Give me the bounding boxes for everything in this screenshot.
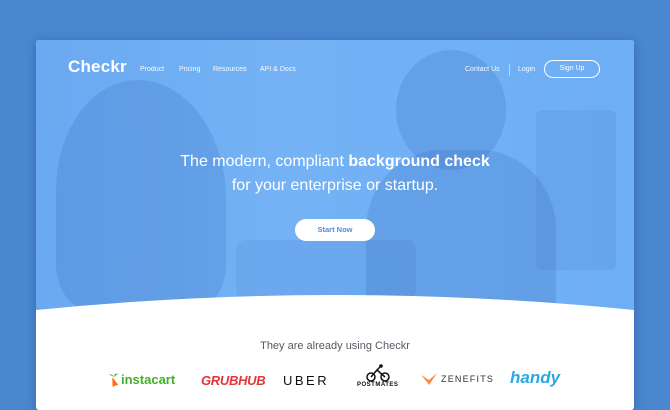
instacart-logo: instacart bbox=[108, 372, 175, 387]
zenefits-wordmark: ZENEFITS bbox=[441, 374, 495, 384]
handy-logo: handy bbox=[510, 368, 560, 388]
uber-wordmark: UBER bbox=[283, 373, 330, 388]
postmates-wordmark: POSTMATES bbox=[357, 382, 399, 388]
uber-logo: UBER bbox=[283, 373, 329, 388]
hero-headline-line1: The modern, compliant background check bbox=[36, 153, 634, 171]
cyclist-icon bbox=[365, 364, 390, 382]
grubhub-wordmark: GRUBHUB bbox=[201, 373, 266, 388]
instacart-wordmark: instacart bbox=[121, 372, 176, 387]
zenefits-logo: ZENEFITS bbox=[420, 372, 494, 386]
grubhub-logo: GRUBHUB bbox=[201, 373, 266, 388]
hero-headline-regular: The modern, compliant bbox=[180, 153, 349, 170]
hero-headline-line2: for your enterprise or startup. bbox=[231, 177, 439, 194]
nav-product[interactable]: Product bbox=[140, 66, 164, 73]
customer-logos: instacart GRUBHUB UBER POSTMATES ZENEFIT… bbox=[36, 364, 634, 406]
bird-icon bbox=[421, 373, 437, 385]
browser-frame: Checkr Product Pricing Resources API & D… bbox=[36, 40, 634, 410]
carrot-icon bbox=[109, 373, 119, 387]
customers-tagline: They are already using Checkr bbox=[260, 340, 410, 352]
nav-login[interactable]: Login bbox=[518, 66, 535, 73]
hero-photo-person-left bbox=[56, 80, 226, 310]
brand-logo[interactable]: Checkr bbox=[68, 57, 127, 77]
nav-pricing[interactable]: Pricing bbox=[179, 66, 200, 73]
nav-divider bbox=[509, 64, 510, 76]
sign-up-button[interactable]: Sign Up bbox=[544, 60, 600, 78]
start-now-button[interactable]: Start Now bbox=[295, 219, 375, 241]
nav-resources[interactable]: Resources bbox=[213, 66, 246, 73]
nav-api-docs[interactable]: API & Docs bbox=[260, 66, 296, 73]
handy-wordmark: handy bbox=[510, 368, 561, 387]
hero-headline-bold: background check bbox=[348, 153, 490, 170]
nav-contact-us[interactable]: Contact Us bbox=[465, 66, 500, 73]
postmates-logo: POSTMATES bbox=[357, 364, 398, 388]
hero-section: Checkr Product Pricing Resources API & D… bbox=[36, 40, 634, 330]
